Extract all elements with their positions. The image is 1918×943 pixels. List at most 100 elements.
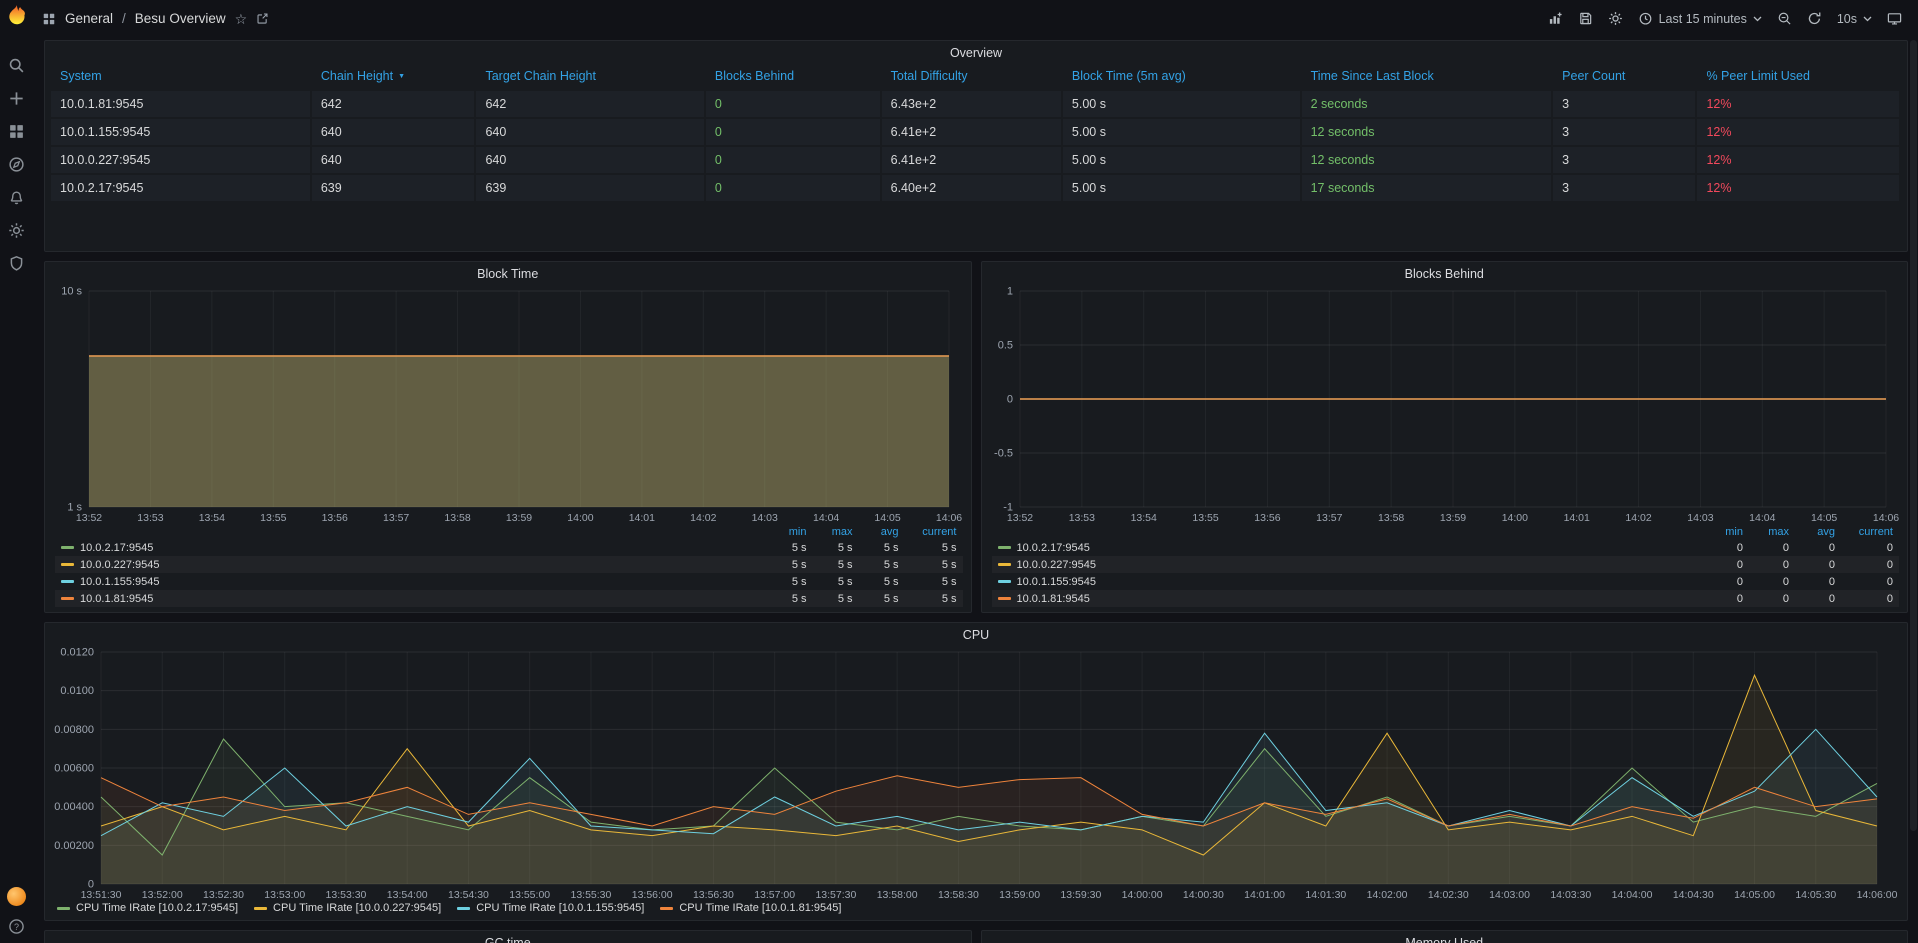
svg-text:13:55:00: 13:55:00 [509, 889, 550, 901]
add-icon[interactable] [8, 90, 25, 107]
blocks-behind-chart[interactable]: 10.50-0.5-113:5213:5313:5413:5513:5613:5… [986, 285, 1904, 524]
cycle-view-mode-button[interactable] [1887, 11, 1902, 26]
refresh-button[interactable] [1807, 11, 1822, 26]
user-avatar[interactable] [7, 887, 26, 906]
series-color-swatch [660, 907, 673, 910]
scrollbar[interactable] [1910, 40, 1917, 939]
column-header-total-difficulty[interactable]: Total Difficulty [882, 65, 1063, 91]
panel-title-blocks-behind[interactable]: Blocks Behind [982, 262, 1908, 285]
panel-title-memory-used[interactable]: Memory Used [982, 931, 1908, 943]
svg-text:14:04: 14:04 [1749, 512, 1775, 524]
legend-series-label[interactable]: 10.0.2.17:9545 [998, 542, 1698, 554]
svg-text:0.00800: 0.00800 [54, 724, 94, 736]
svg-text:13:54:30: 13:54:30 [448, 889, 489, 901]
star-icon[interactable]: ☆ [235, 12, 248, 26]
svg-text:13:53: 13:53 [137, 512, 163, 524]
table-cell: 0 [706, 175, 882, 203]
dashboard-settings-button[interactable] [1608, 11, 1623, 26]
svg-text:13:58:00: 13:58:00 [877, 889, 918, 901]
share-icon[interactable] [256, 12, 269, 25]
search-icon[interactable] [8, 57, 25, 74]
time-range-picker[interactable]: Last 15 minutes [1638, 11, 1762, 26]
explore-compass-icon[interactable] [8, 156, 25, 173]
legend-series-label[interactable]: 10.0.0.227:9545 [998, 559, 1698, 571]
legend-header: minmaxavgcurrent [55, 524, 963, 539]
table-cell: 0 [706, 119, 882, 147]
sidebar-bottom: ? [7, 887, 26, 935]
legend-series-label[interactable]: 10.0.2.17:9545 [61, 542, 761, 554]
svg-text:1: 1 [1006, 286, 1012, 298]
table-cell: 10.0.0.227:9545 [51, 147, 312, 175]
svg-text:13:53:30: 13:53:30 [326, 889, 367, 901]
legend-series-label[interactable]: 10.0.1.155:9545 [61, 576, 761, 588]
panel-title-cpu[interactable]: CPU [45, 623, 1907, 646]
column-header-peer-count[interactable]: Peer Count [1553, 65, 1697, 91]
clock-icon [1638, 11, 1653, 26]
block-time-legend: minmaxavgcurrent10.0.2.17:95455 s5 s5 s5… [45, 524, 971, 612]
svg-text:0.0120: 0.0120 [60, 647, 94, 659]
breadcrumb-folder[interactable]: General [65, 11, 113, 26]
configuration-gear-icon[interactable] [8, 222, 25, 239]
column-header-system[interactable]: System [51, 65, 312, 91]
svg-text:14:06: 14:06 [1872, 512, 1898, 524]
series-color-swatch [57, 907, 70, 910]
svg-text:14:02: 14:02 [690, 512, 716, 524]
column-header-block-time-5m-avg-[interactable]: Block Time (5m avg) [1063, 65, 1302, 91]
cpu-chart[interactable]: 00.002000.004000.006000.008000.01000.012… [49, 646, 1903, 901]
table-cell: 6.40e+2 [882, 175, 1063, 203]
legend-series-label[interactable]: CPU Time IRate [10.0.2.17:9545] [57, 902, 238, 914]
block-time-chart[interactable]: 10 s1 s13:5213:5313:5413:5513:5613:5713:… [49, 285, 967, 524]
svg-text:14:04:30: 14:04:30 [1673, 889, 1714, 901]
svg-text:13:59: 13:59 [506, 512, 532, 524]
panel-title-gc-time[interactable]: GC time [45, 931, 971, 943]
save-dashboard-button[interactable] [1578, 11, 1593, 26]
column-header-target-chain-height[interactable]: Target Chain Height [476, 65, 705, 91]
legend-series-label[interactable]: 10.0.1.81:9545 [61, 593, 761, 605]
legend-series-label[interactable]: CPU Time IRate [10.0.0.227:9545] [254, 902, 441, 914]
panel-blocks-behind: Blocks Behind 10.50-0.5-113:5213:5313:54… [981, 261, 1909, 613]
svg-text:-0.5: -0.5 [994, 448, 1013, 460]
grafana-logo[interactable] [4, 3, 29, 28]
legend-series-label[interactable]: 10.0.0.227:9545 [61, 559, 761, 571]
svg-text:13:57: 13:57 [383, 512, 409, 524]
column-header-time-since-last-block[interactable]: Time Since Last Block [1302, 65, 1554, 91]
legend-series-label[interactable]: 10.0.1.81:9545 [998, 593, 1698, 605]
svg-text:13:59: 13:59 [1439, 512, 1465, 524]
panel-memory-used: Memory Used [981, 930, 1909, 943]
table-cell: 3 [1553, 147, 1697, 175]
svg-text:13:57:30: 13:57:30 [815, 889, 856, 901]
server-admin-shield-icon[interactable] [8, 255, 25, 272]
legend-series-label[interactable]: CPU Time IRate [10.0.1.81:9545] [660, 902, 841, 914]
scrollbar-thumb[interactable] [1910, 40, 1917, 831]
help-icon[interactable]: ? [8, 918, 25, 935]
zoom-out-button[interactable] [1777, 11, 1792, 26]
legend-series-label[interactable]: CPU Time IRate [10.0.1.155:9545] [457, 902, 644, 914]
dashboards-icon[interactable] [8, 123, 25, 140]
zoom-out-icon [1777, 11, 1792, 26]
series-color-swatch [998, 563, 1011, 566]
legend-series-label[interactable]: 10.0.1.155:9545 [998, 576, 1698, 588]
svg-text:13:54: 13:54 [1130, 512, 1156, 524]
table-cell: 12% [1697, 175, 1901, 203]
add-panel-button[interactable] [1548, 11, 1563, 26]
svg-text:14:02:00: 14:02:00 [1367, 889, 1408, 901]
table-cell: 17 seconds [1302, 175, 1554, 203]
legend-row: 10.0.0.227:95455 s5 s5 s5 s [55, 556, 963, 573]
column-header-blocks-behind[interactable]: Blocks Behind [706, 65, 882, 91]
series-color-swatch [61, 597, 74, 600]
svg-text:14:05: 14:05 [874, 512, 900, 524]
refresh-interval-dropdown[interactable]: 10s [1837, 12, 1872, 26]
column-header--peer-limit-used[interactable]: % Peer Limit Used [1697, 65, 1901, 91]
column-header-chain-height[interactable]: Chain Height▼ [312, 65, 477, 91]
sidebar-menu [8, 57, 25, 272]
chevron-down-icon [1863, 16, 1872, 22]
panel-title-overview[interactable]: Overview [45, 41, 1907, 64]
table-cell: 12 seconds [1302, 119, 1554, 147]
alerting-bell-icon[interactable] [8, 189, 25, 206]
panel-title-block-time[interactable]: Block Time [45, 262, 971, 285]
table-cell: 10.0.1.155:9545 [51, 119, 312, 147]
breadcrumb-dashboard-title[interactable]: Besu Overview [135, 11, 226, 26]
svg-text:13:52:30: 13:52:30 [203, 889, 244, 901]
panel-cpu: CPU 00.002000.004000.006000.008000.01000… [44, 622, 1908, 921]
grafana-app: ? General / Besu Overview ☆ [0, 0, 1918, 943]
